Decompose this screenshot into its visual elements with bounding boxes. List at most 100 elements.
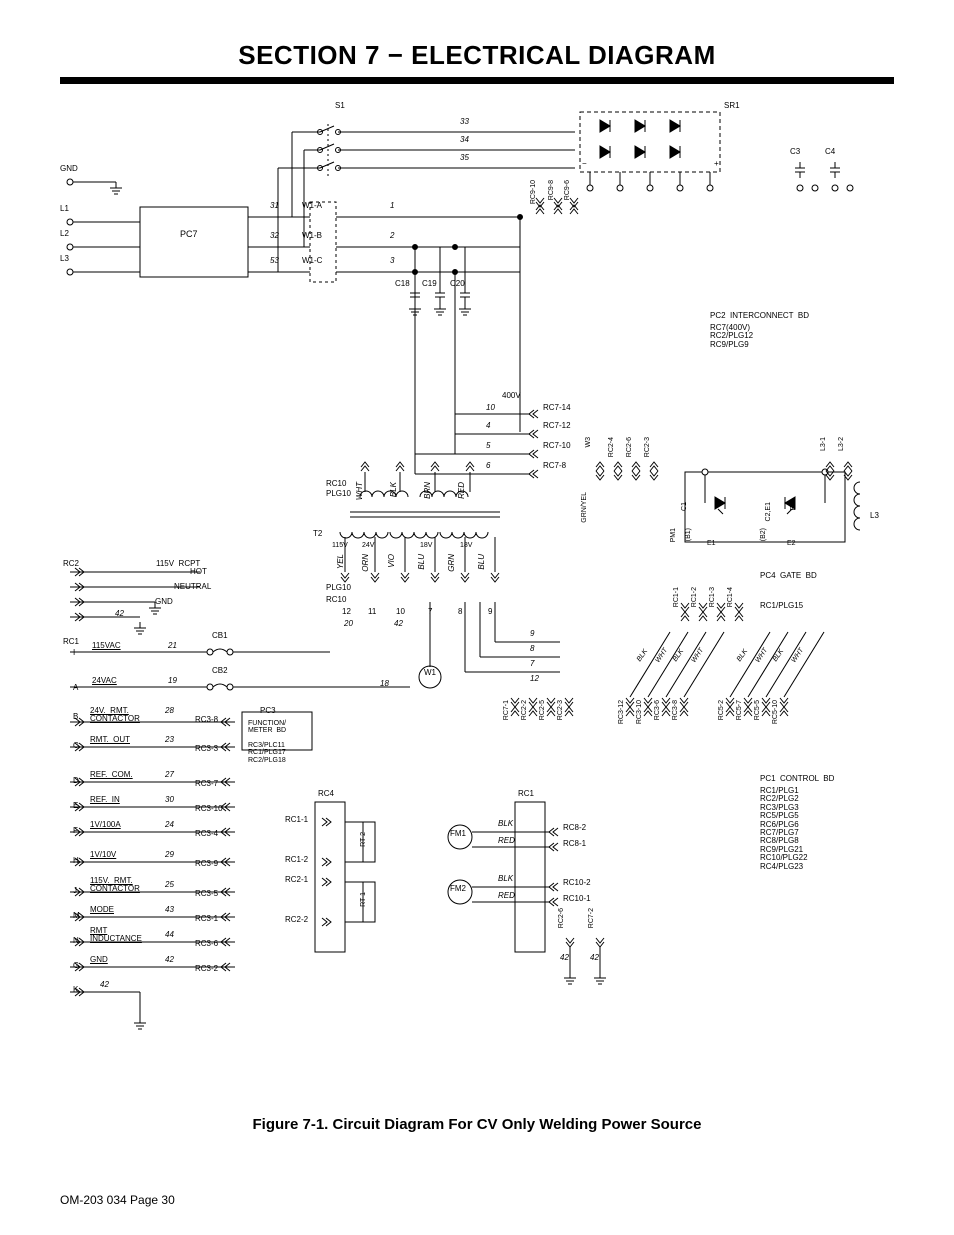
g42a: 42 xyxy=(560,954,569,962)
w3: W3 xyxy=(585,437,592,448)
t20: 20 xyxy=(344,620,353,628)
fm1: FM1 xyxy=(450,830,466,838)
figure-caption: Figure 7-1. Circuit Diagram For CV Only … xyxy=(60,1116,894,1133)
rc3-5: RC3-5 xyxy=(195,890,218,898)
rc7-12: RC7-12 xyxy=(543,422,571,430)
rc3-4: RC3-4 xyxy=(195,830,218,838)
pc1sub: RC1/PLG1 RC2/PLG2 RC3/PLG3 RC5/PLG5 RC6/… xyxy=(760,787,808,871)
lF: F xyxy=(73,827,78,835)
rc9-10: RC9-10 xyxy=(530,180,537,204)
n5: 5 xyxy=(486,442,490,450)
t2-blk: BLK xyxy=(390,482,398,497)
pc3sub: FUNCTION/ METER BD xyxy=(248,720,286,735)
w1c: W1-C xyxy=(302,257,322,265)
n32: 32 xyxy=(270,232,279,240)
lN: N xyxy=(73,937,79,945)
lBt: 24V. RMT. CONTACTOR xyxy=(90,707,140,724)
n44: 44 xyxy=(165,931,174,939)
t2-grn: GRN xyxy=(448,554,456,572)
lHt: 1V/10V xyxy=(90,851,116,859)
t7: 7 xyxy=(530,660,534,668)
rc3-2: RC3-2 xyxy=(195,965,218,973)
rc5-5: RC5-5 xyxy=(754,700,761,720)
lG: G xyxy=(73,962,79,970)
lGt: GND xyxy=(90,956,108,964)
lA: A xyxy=(73,684,78,692)
t2-blu: BLU xyxy=(418,554,426,570)
t18: 18 xyxy=(380,680,389,688)
rc1-1l: RC1-1 xyxy=(285,816,308,824)
p8: 8 xyxy=(458,608,462,616)
rc3-8: RC3-8 xyxy=(195,716,218,724)
l3-2: L3-2 xyxy=(838,437,845,451)
rc1plg15: RC1/PLG15 xyxy=(760,602,803,610)
rc7-10: RC7-10 xyxy=(543,442,571,450)
cb2: CB2 xyxy=(212,667,228,675)
n25: 25 xyxy=(165,881,174,889)
pc3: PC3 xyxy=(260,707,276,715)
section-rule xyxy=(60,77,894,84)
rc3-12: RC3-12 xyxy=(618,700,625,724)
rc7-1: RC7-1 xyxy=(503,700,510,720)
rc4: RC4 xyxy=(318,790,334,798)
lK: K xyxy=(73,986,78,994)
rc1-1: RC1-1 xyxy=(673,587,680,607)
plg10a: PLG10 xyxy=(326,490,351,498)
rc3-1: RC3-1 xyxy=(195,915,218,923)
rgnd: GND xyxy=(155,598,173,606)
circuit-diagram: GND L1 L2 L3 PC7 31 32 53 W1-A W1-B W1-C… xyxy=(60,102,894,1102)
n6: 6 xyxy=(486,462,490,470)
rt2: RT 2 xyxy=(360,832,367,847)
hot: HOT xyxy=(190,568,207,576)
w1b: W1-B xyxy=(302,232,322,240)
t2-18b: 18V xyxy=(460,542,472,549)
n21: 21 xyxy=(168,642,177,650)
t2-orn: ORN xyxy=(362,554,370,572)
rc5-10: RC5-10 xyxy=(772,700,779,724)
rc8-2: RC8-2 xyxy=(563,824,586,832)
fmred2: RED xyxy=(498,892,515,900)
n35: 35 xyxy=(460,154,469,162)
t2-brn: BRN xyxy=(424,482,432,499)
n43: 43 xyxy=(165,906,174,914)
rc2-2l: RC2-2 xyxy=(285,916,308,924)
n27: 27 xyxy=(165,771,174,779)
rc10-2: RC10-2 xyxy=(563,879,591,887)
rc7-2: RC7-2 xyxy=(588,908,595,928)
e1: E1 xyxy=(707,540,716,547)
rc7-14: RC7-14 xyxy=(543,404,571,412)
pc4: PC4 GATE BD xyxy=(760,572,817,580)
lH: H xyxy=(73,857,79,865)
l3c: L3 xyxy=(870,512,879,520)
c19: C19 xyxy=(422,280,437,288)
lB: B xyxy=(73,713,78,721)
v24: 24VAC xyxy=(92,677,117,685)
rc1-3: RC1-3 xyxy=(709,587,716,607)
c1: C1 xyxy=(681,502,688,511)
n42a: 42 xyxy=(165,956,174,964)
rc3-9: RC3-9 xyxy=(195,860,218,868)
rc2-3: RC2-3 xyxy=(644,437,651,457)
p9: 9 xyxy=(488,608,492,616)
sr1: SR1 xyxy=(724,102,740,110)
e2b: E2 xyxy=(787,540,796,547)
n4: 4 xyxy=(486,422,490,430)
n1: 1 xyxy=(390,202,394,210)
rc7-8: RC7-8 xyxy=(543,462,566,470)
rc1-2: RC1-2 xyxy=(691,587,698,607)
lJ: J xyxy=(73,887,77,895)
t2-24: 24V xyxy=(362,542,374,549)
page-footer: OM-203 034 Page 30 xyxy=(60,1193,175,1207)
t2-blu2: BLU xyxy=(478,554,486,570)
t2-red: RED xyxy=(458,482,466,499)
n42b: 42 xyxy=(100,981,109,989)
fmblk2: BLK xyxy=(498,875,513,883)
rc2-1l: RC2-1 xyxy=(285,876,308,884)
n19: 19 xyxy=(168,677,177,685)
fmred1: RED xyxy=(498,837,515,845)
rc2-5: RC2-5 xyxy=(539,700,546,720)
lbl-gnd: GND xyxy=(60,165,78,173)
rc3-8: RC3-8 xyxy=(672,700,679,720)
rc5-2: RC5-2 xyxy=(718,700,725,720)
r42: 42 xyxy=(115,610,124,618)
